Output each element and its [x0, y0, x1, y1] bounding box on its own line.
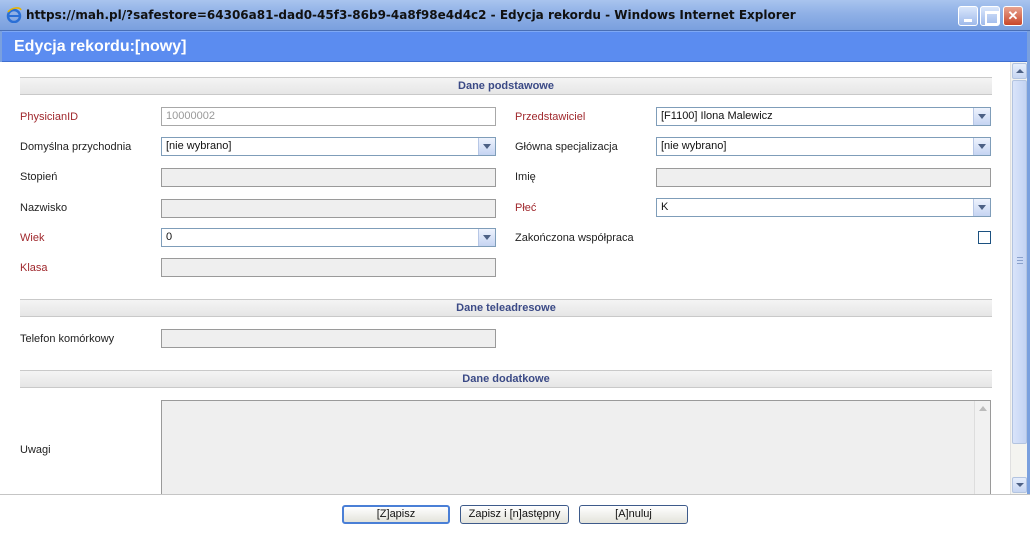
maximize-button[interactable]: [980, 6, 1000, 26]
grip-icon: [1017, 257, 1023, 264]
first-name-field[interactable]: [656, 168, 991, 187]
chevron-down-icon[interactable]: [973, 199, 990, 216]
chevron-down-icon[interactable]: [973, 138, 990, 155]
degree-label: Stopień: [20, 171, 58, 183]
age-label: Wiek: [20, 232, 45, 244]
chevron-down-icon[interactable]: [478, 229, 495, 246]
age-value: 0: [166, 231, 173, 243]
representative-select[interactable]: [F1100] Ilona Malewicz: [656, 107, 991, 126]
representative-value: [F1100] Ilona Malewicz: [661, 110, 773, 122]
last-name-field[interactable]: [161, 199, 496, 218]
class-label: Klasa: [20, 262, 48, 274]
scroll-down-button[interactable]: [1012, 477, 1027, 493]
mobile-phone-field[interactable]: [161, 329, 496, 348]
save-button[interactable]: [Z]apisz: [342, 505, 450, 524]
first-name-label: Imię: [515, 171, 536, 183]
default-clinic-label: Domyślna przychodnia: [20, 141, 132, 153]
section-contact-header: Dane teleadresowe: [20, 299, 992, 317]
main-specialization-value: [nie wybrano]: [661, 140, 727, 152]
default-clinic-value: [nie wybrano]: [166, 140, 232, 152]
physician-id-label: PhysicianID: [20, 111, 79, 123]
scroll-up-button[interactable]: [1012, 63, 1027, 79]
notes-textarea[interactable]: [161, 400, 991, 494]
dialog-footer: [Z]apisz Zapisz i [n]astępny [A]nuluj: [0, 494, 1030, 536]
cooperation-ended-label: Zakończona współpraca: [515, 232, 634, 244]
chevron-down-icon[interactable]: [973, 108, 990, 125]
scroll-up-icon[interactable]: [975, 401, 990, 416]
section-additional-header: Dane dodatkowe: [20, 370, 992, 388]
gender-value: K: [661, 201, 669, 213]
cancel-button[interactable]: [A]nuluj: [579, 505, 688, 524]
ie-icon: [6, 7, 22, 23]
close-icon: ✕: [1007, 8, 1019, 23]
default-clinic-select[interactable]: [nie wybrano]: [161, 137, 496, 156]
form-content: Dane podstawowe PhysicianID 10000002 Prz…: [0, 62, 1010, 494]
minimize-button[interactable]: [958, 6, 978, 26]
dialog-title: Edycja rekordu:[nowy]: [14, 38, 187, 55]
close-button[interactable]: ✕: [1003, 6, 1023, 26]
last-name-label: Nazwisko: [20, 202, 68, 214]
minimize-icon: [959, 7, 977, 25]
notes-label: Uwagi: [20, 444, 51, 456]
degree-field[interactable]: [161, 168, 496, 187]
cooperation-ended-checkbox[interactable]: [978, 231, 991, 244]
chevron-down-icon[interactable]: [478, 138, 495, 155]
physician-id-field[interactable]: 10000002: [161, 107, 496, 126]
class-field[interactable]: [161, 258, 496, 277]
dialog-header: Edycja rekordu:[nowy]: [0, 31, 1030, 62]
maximize-icon: [981, 7, 999, 25]
scrollbar-thumb[interactable]: [1012, 80, 1027, 444]
vertical-scrollbar[interactable]: [1010, 62, 1027, 494]
age-select[interactable]: 0: [161, 228, 496, 247]
gender-select[interactable]: K: [656, 198, 991, 217]
section-basic-header: Dane podstawowe: [20, 77, 992, 95]
representative-label: Przedstawiciel: [515, 111, 586, 123]
mobile-phone-label: Telefon komórkowy: [20, 333, 115, 345]
main-specialization-select[interactable]: [nie wybrano]: [656, 137, 991, 156]
notes-scrollbar[interactable]: [974, 401, 990, 494]
gender-label: Płeć: [515, 202, 537, 214]
window-titlebar: https://mah.pl/?safestore=64306a81-dad0-…: [0, 0, 1030, 31]
window-title: https://mah.pl/?safestore=64306a81-dad0-…: [26, 8, 796, 22]
main-specialization-label: Główna specjalizacja: [515, 141, 618, 153]
save-next-button[interactable]: Zapisz i [n]astępny: [460, 505, 569, 524]
